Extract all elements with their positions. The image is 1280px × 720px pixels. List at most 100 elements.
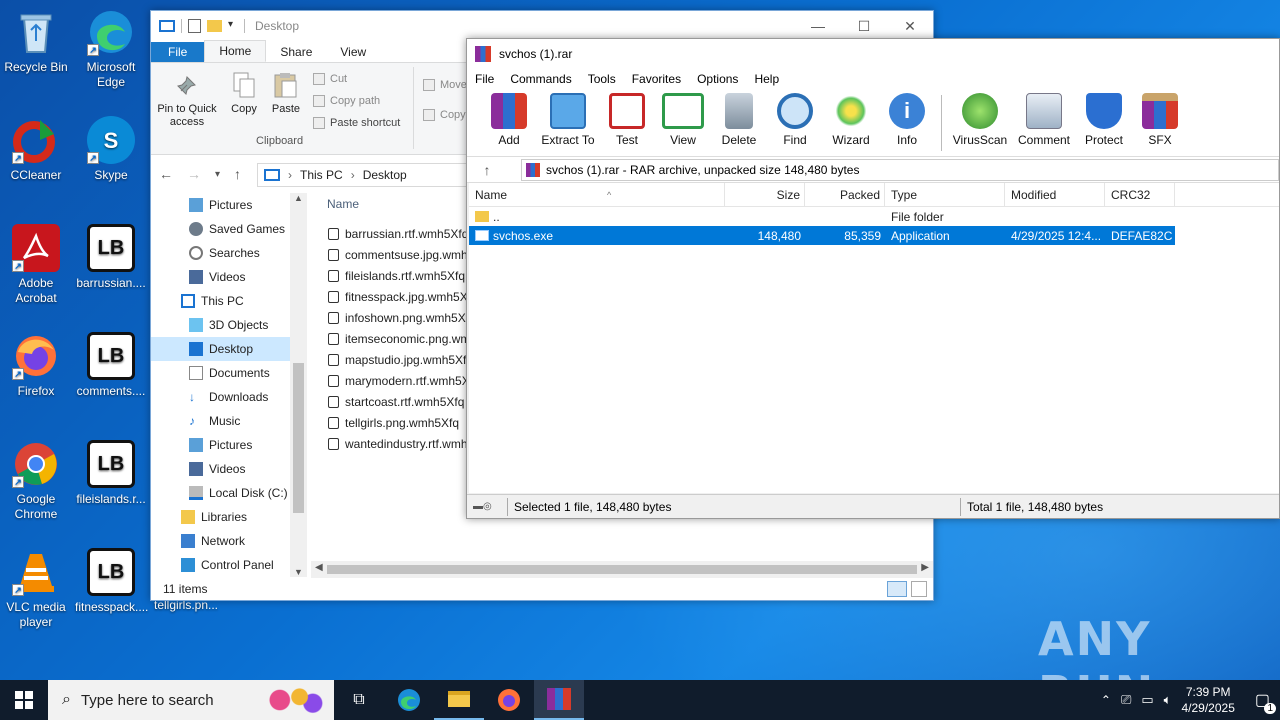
file-row[interactable]: startcoast.rtf.wmh5Xfq <box>316 391 466 412</box>
recent-chevron-icon[interactable]: ▾ <box>215 169 220 180</box>
nav-item-videos-2[interactable]: Videos <box>151 457 306 481</box>
sfx-button[interactable]: SFX <box>1132 89 1188 147</box>
file-row[interactable]: barrussian.rtf.wmh5Xfq <box>316 223 466 244</box>
file-row[interactable]: fitnesspack.jpg.wmh5Xfq <box>316 286 466 307</box>
desktop-icon-vlc[interactable]: ↗ VLC media player <box>0 548 72 630</box>
list-row-parent[interactable]: .. File folder <box>469 207 1279 226</box>
volume-icon[interactable]: 🔈︎ <box>1164 692 1172 708</box>
file-row[interactable]: commentsuse.jpg.wmh5Xfq <box>316 244 466 265</box>
notification-icon[interactable]: ▢ 1 <box>1255 690 1276 714</box>
menu-tools[interactable]: Tools <box>580 72 624 86</box>
wizard-button[interactable]: Wizard <box>823 89 879 147</box>
paste-shortcut-button[interactable]: Paste shortcut <box>313 117 400 129</box>
new-folder-icon[interactable] <box>207 20 222 32</box>
scroll-left-icon[interactable]: ◀ <box>315 562 323 573</box>
pin-quick-access-button[interactable]: Pin to Quick access <box>155 71 219 129</box>
nav-item-pictures-2[interactable]: Pictures <box>151 433 306 457</box>
desktop-icon-firefox[interactable]: ↗ Firefox <box>0 332 72 399</box>
cut-button[interactable]: Cut <box>313 73 347 85</box>
desktop-file-fileislands[interactable]: LB fileislands.r... <box>75 440 147 507</box>
task-view-button[interactable]: ⧉ <box>334 680 384 720</box>
column-name[interactable]: Name ^ <box>469 183 725 206</box>
chevron-up-icon[interactable]: ⌃ <box>1101 693 1111 707</box>
nav-item-local-disk[interactable]: Local Disk (C:) <box>151 481 306 505</box>
file-row[interactable]: marymodern.rtf.wmh5Xfq <box>316 370 466 391</box>
nav-item-videos[interactable]: Videos <box>151 265 306 289</box>
file-row[interactable]: infoshown.png.wmh5Xfq <box>316 307 466 328</box>
details-view-icon[interactable] <box>887 581 907 597</box>
nav-item-music[interactable]: ♪ Music <box>151 409 306 433</box>
find-button[interactable]: Find <box>767 89 823 147</box>
copy-to-button[interactable]: Copy <box>423 109 466 121</box>
list-row-svchos-exe[interactable]: svchos.exe 148,480 85,359 Application 4/… <box>469 226 1175 245</box>
horizontal-scrollbar[interactable]: ◀ ▶ <box>311 561 933 578</box>
tab-home[interactable]: Home <box>204 40 267 62</box>
tab-file[interactable]: File <box>151 42 205 62</box>
large-icons-view-icon[interactable] <box>911 581 927 597</box>
menu-commands[interactable]: Commands <box>502 72 579 86</box>
desktop-file-fitnesspack[interactable]: LB fitnesspack.... <box>75 548 148 615</box>
virusscan-button[interactable]: VirusScan <box>948 89 1012 147</box>
nav-scrollbar[interactable]: ▲ ▼ <box>290 193 307 577</box>
breadcrumb-desktop[interactable]: Desktop <box>363 168 407 182</box>
scroll-right-icon[interactable]: ▶ <box>921 562 929 573</box>
up-arrow-icon[interactable]: ↑ <box>467 162 507 178</box>
menu-file[interactable]: File <box>467 72 502 86</box>
chevron-down-icon[interactable]: ▾ <box>228 19 238 33</box>
desktop-file-barrussian[interactable]: LB barrussian.... <box>75 224 147 291</box>
column-header-name[interactable]: Name <box>327 197 359 211</box>
properties-icon[interactable] <box>188 19 201 33</box>
move-to-button[interactable]: Move <box>423 79 467 91</box>
menu-favorites[interactable]: Favorites <box>624 72 689 86</box>
nav-item-network[interactable]: Network <box>151 529 306 553</box>
path-field[interactable]: svchos (1).rar - RAR archive, unpacked s… <box>521 159 1279 181</box>
tab-view[interactable]: View <box>326 42 380 62</box>
scroll-up-icon[interactable]: ▲ <box>290 193 307 203</box>
column-type[interactable]: Type <box>885 183 1005 206</box>
address-bar[interactable]: › This PC › Desktop <box>257 163 467 187</box>
webcam-icon[interactable]: ⎚ <box>1121 692 1131 708</box>
column-crc32[interactable]: CRC32 <box>1105 183 1175 206</box>
taskbar-winrar[interactable] <box>534 680 584 720</box>
scroll-down-icon[interactable]: ▼ <box>290 567 307 577</box>
info-button[interactable]: i Info <box>879 89 935 147</box>
nav-item-pictures[interactable]: Pictures <box>151 193 306 217</box>
start-button[interactable] <box>0 680 48 720</box>
nav-item-downloads[interactable]: ↓ Downloads <box>151 385 306 409</box>
clock[interactable]: 7:39 PM 4/29/2025 <box>1181 684 1234 716</box>
close-button[interactable]: ✕ <box>887 11 933 41</box>
tab-share[interactable]: Share <box>266 42 326 62</box>
maximize-button[interactable]: ☐ <box>841 11 887 41</box>
protect-button[interactable]: Protect <box>1076 89 1132 147</box>
desktop-icon-adobe-acrobat[interactable]: ↗ Adobe Acrobat <box>0 224 72 306</box>
view-button[interactable]: View <box>655 89 711 147</box>
desktop-icon-edge[interactable]: ↗ Microsoft Edge <box>75 8 147 90</box>
desktop-icon-recycle-bin[interactable]: Recycle Bin <box>0 8 72 75</box>
network-icon[interactable]: ▭ <box>1141 692 1153 708</box>
file-row[interactable]: wantedindustry.rtf.wmh5Xfq <box>316 433 466 454</box>
file-row[interactable]: mapstudio.jpg.wmh5Xfq <box>316 349 466 370</box>
nav-item-this-pc[interactable]: This PC <box>151 289 306 313</box>
taskbar-firefox[interactable] <box>484 680 534 720</box>
menu-options[interactable]: Options <box>689 72 746 86</box>
delete-button[interactable]: Delete <box>711 89 767 147</box>
nav-item-desktop[interactable]: Desktop <box>151 337 306 361</box>
desktop-icon-skype[interactable]: S ↗ Skype <box>75 116 147 183</box>
desktop-icon-chrome[interactable]: ↗ Google Chrome <box>0 440 72 522</box>
column-packed[interactable]: Packed <box>805 183 885 206</box>
nav-item-documents[interactable]: Documents <box>151 361 306 385</box>
taskbar-file-explorer[interactable] <box>434 680 484 720</box>
column-size[interactable]: Size <box>725 183 805 206</box>
comment-button[interactable]: Comment <box>1012 89 1076 147</box>
copy-path-button[interactable]: Copy path <box>313 95 380 107</box>
test-button[interactable]: Test <box>599 89 655 147</box>
forward-arrow-icon[interactable]: → <box>187 166 201 182</box>
nav-item-saved-games[interactable]: Saved Games <box>151 217 306 241</box>
desktop-file-comments[interactable]: LB comments.... <box>75 332 147 399</box>
scroll-thumb[interactable] <box>293 363 304 513</box>
back-arrow-icon[interactable]: ← <box>159 166 173 182</box>
paste-button[interactable]: Paste <box>255 71 317 116</box>
taskbar-edge[interactable] <box>384 680 434 720</box>
taskbar-search-box[interactable]: ⌕ Type here to search <box>48 680 334 720</box>
menu-help[interactable]: Help <box>746 72 787 86</box>
